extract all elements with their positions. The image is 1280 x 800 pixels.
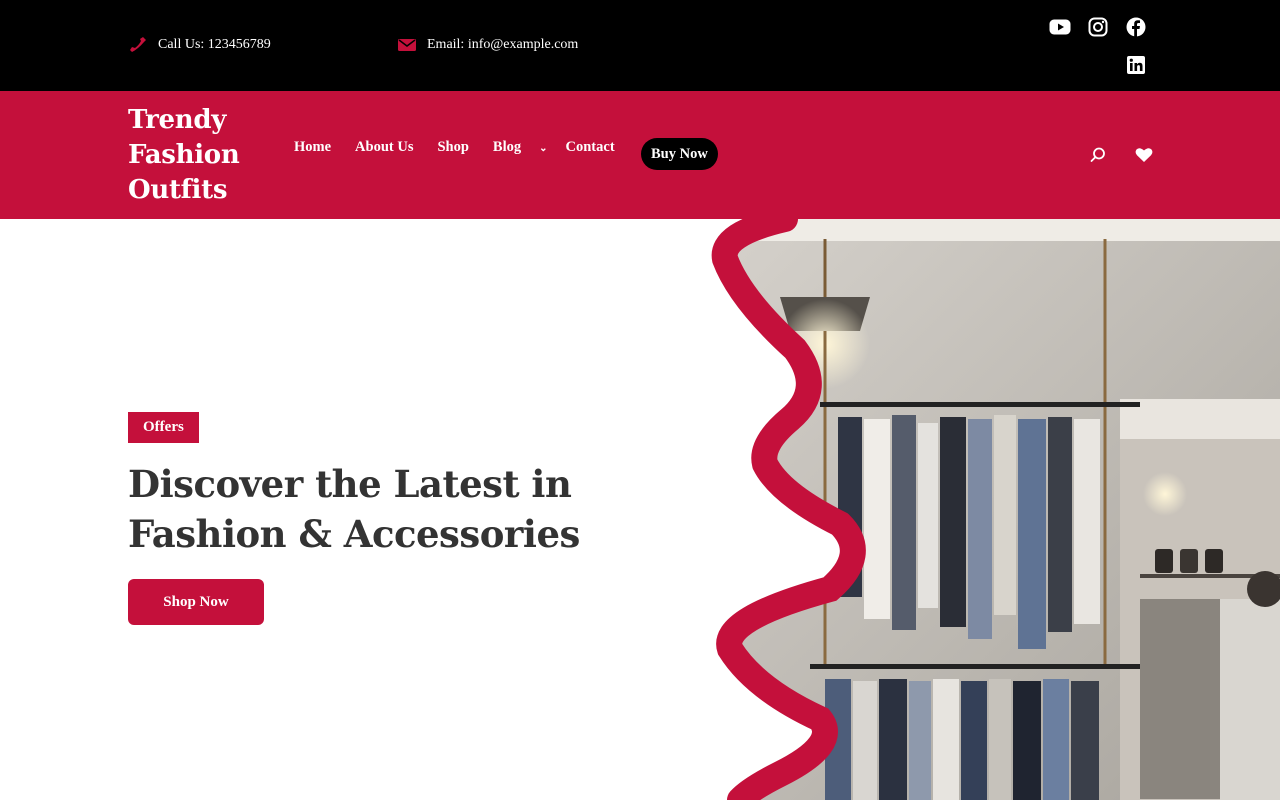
instagram-icon[interactable] — [1087, 16, 1109, 38]
logo-line: Trendy — [128, 105, 227, 135]
mail-icon — [397, 36, 417, 54]
nav-home[interactable]: Home — [294, 139, 331, 156]
shop-now-button[interactable]: Shop Now — [128, 579, 264, 625]
main-nav: Home About Us Shop Blog ⌄ Contact — [294, 139, 639, 156]
phone-text: Call Us: 123456789 — [158, 37, 271, 52]
contact-phone[interactable]: Call Us: 123456789 — [128, 36, 271, 54]
offers-badge: Offers — [128, 412, 199, 443]
linkedin-icon[interactable] — [1125, 54, 1147, 76]
headline-line: Fashion & Accessories — [128, 512, 580, 556]
contact-email[interactable]: Email: info@example.com — [397, 36, 578, 54]
top-bar: Call Us: 123456789 Email: info@example.c… — [0, 0, 1280, 91]
logo-line: Fashion — [128, 140, 240, 170]
hero-headline: Discover the Latest in Fashion & Accesso… — [128, 459, 688, 559]
heart-icon[interactable] — [1134, 145, 1154, 165]
buy-now-button[interactable]: Buy Now — [641, 138, 718, 170]
nav-blog[interactable]: Blog — [493, 139, 521, 156]
logo-line: Outfits — [128, 175, 228, 205]
chevron-down-icon[interactable]: ⌄ — [539, 143, 547, 154]
facebook-icon[interactable] — [1125, 16, 1147, 38]
nav-contact[interactable]: Contact — [566, 139, 615, 156]
hero-image — [700, 219, 1280, 800]
search-icon[interactable] — [1088, 145, 1108, 165]
site-logo[interactable]: Trendy Fashion Outfits — [128, 103, 258, 208]
youtube-icon[interactable] — [1049, 16, 1071, 38]
nav-shop[interactable]: Shop — [437, 139, 468, 156]
phone-icon — [128, 36, 148, 54]
site-header: Trendy Fashion Outfits Home About Us Sho… — [0, 91, 1280, 219]
email-text: Email: info@example.com — [427, 37, 579, 52]
headline-line: Discover the Latest in — [128, 462, 572, 506]
nav-about[interactable]: About Us — [355, 139, 413, 156]
